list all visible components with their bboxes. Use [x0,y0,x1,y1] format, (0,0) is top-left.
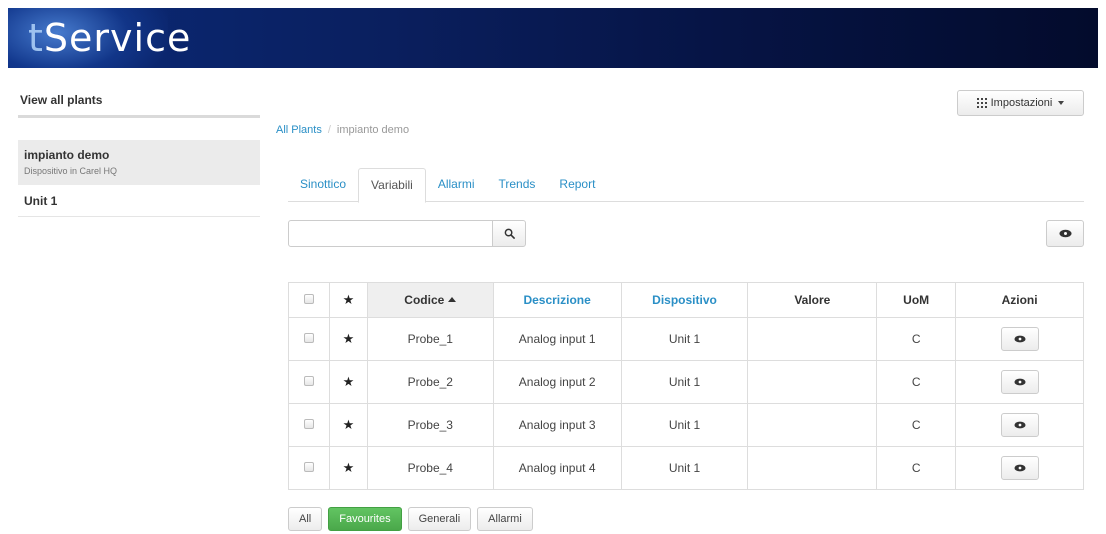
caret-down-icon [1058,101,1065,105]
cell-descrizione: Analog input 1 [492,317,622,361]
view-button[interactable] [1000,370,1039,394]
cell-descrizione: Analog input 4 [492,446,622,490]
column-header-codice[interactable]: Codice [366,282,494,318]
column-header-valore: Valore [747,282,878,318]
column-header-descrizione[interactable]: Descrizione [492,282,622,318]
cell-uom: C [876,317,957,361]
table-row: ★ Probe_4 Analog input 4 Unit 1 C [288,446,1084,490]
cell-codice: Probe_1 [366,317,494,361]
breadcrumb: All Plants / impianto demo [276,124,409,136]
sort-ascending-icon [448,297,457,303]
filter-all-button[interactable]: All [288,507,323,531]
cell-valore [747,446,878,490]
eye-icon [1058,229,1072,238]
view-all-plants-link[interactable]: View all plants [18,90,260,118]
select-all-checkbox[interactable] [303,294,314,304]
cell-dispositivo: Unit 1 [620,403,749,447]
cell-valore [747,360,878,404]
favourite-column: ★ [328,282,368,318]
tab-allarmi[interactable]: Allarmi [426,168,487,202]
column-header-azioni: Azioni [955,282,1084,318]
row-checkbox[interactable] [303,419,314,429]
eye-icon [1013,335,1026,343]
cell-uom: C [876,360,957,404]
select-all-column[interactable] [288,282,330,318]
cell-descrizione: Analog input 3 [492,403,622,447]
tab-sinottico[interactable]: Sinottico [288,168,358,202]
tab-trends[interactable]: Trends [487,168,548,202]
filter-favourites-button[interactable]: Favourites [328,507,402,531]
cell-dispositivo: Unit 1 [620,360,749,404]
cell-dispositivo: Unit 1 [620,317,749,361]
settings-dropdown-button[interactable]: Impostazioni [957,90,1084,116]
search-icon [504,228,515,239]
filter-button-group: All Favourites Generali Allarmi [288,507,533,531]
header-banner: tService [8,8,1098,68]
visibility-toggle-button[interactable] [1046,220,1084,247]
plant-subtitle: Dispositivo in Carel HQ [24,166,118,176]
cell-dispositivo: Unit 1 [620,446,749,490]
tab-report[interactable]: Report [547,168,607,202]
eye-icon [1013,378,1026,386]
column-header-dispositivo[interactable]: Dispositivo [620,282,749,318]
row-checkbox[interactable] [303,462,314,472]
cell-codice: Probe_2 [366,360,494,404]
view-button[interactable] [1000,327,1039,351]
favourite-star-icon[interactable]: ★ [343,460,355,475]
table-row: ★ Probe_3 Analog input 3 Unit 1 C [288,403,1084,447]
search-input[interactable] [288,220,493,247]
cell-codice: Probe_4 [366,446,494,490]
star-icon: ★ [342,292,355,307]
cell-valore [747,403,878,447]
plant-name: impianto demo [24,148,110,162]
view-button[interactable] [1000,413,1039,437]
view-button[interactable] [1000,456,1039,480]
table-row: ★ Probe_2 Analog input 2 Unit 1 C [288,360,1084,404]
sidebar-item-plant[interactable]: impianto demo Dispositivo in Carel HQ [18,140,260,185]
row-checkbox[interactable] [303,376,314,386]
table-header-row: ★ Codice Descrizione Dispositivo Valore … [288,282,1084,318]
table-row: ★ Probe_1 Analog input 1 Unit 1 C [288,317,1084,361]
breadcrumb-all-plants[interactable]: All Plants [276,124,322,136]
filter-allarmi-button[interactable]: Allarmi [477,507,533,531]
tab-variabili[interactable]: Variabili [358,168,426,203]
cell-uom: C [876,446,957,490]
tab-bar: Sinottico Variabili Allarmi Trends Repor… [288,168,1084,203]
cell-uom: C [876,403,957,447]
cell-codice: Probe_3 [366,403,494,447]
settings-label: Impostazioni [990,97,1053,109]
search-button[interactable] [492,220,526,247]
eye-icon [1013,464,1026,472]
cell-valore [747,317,878,361]
sidebar-item-unit[interactable]: Unit 1 [18,185,260,217]
favourite-star-icon[interactable]: ★ [343,417,355,432]
breadcrumb-separator: / [327,124,331,136]
logo-text: Service [43,16,192,60]
cell-descrizione: Analog input 2 [492,360,622,404]
grid-icon [976,98,987,108]
column-header-uom: UoM [876,282,957,318]
favourite-star-icon[interactable]: ★ [343,374,355,389]
filter-generali-button[interactable]: Generali [407,507,472,531]
app-logo[interactable]: tService [28,12,191,64]
column-label: Codice [404,293,445,307]
sidebar: View all plants impianto demo Dispositiv… [18,90,260,217]
logo-prefix: t [28,16,44,60]
variables-table: ★ Codice Descrizione Dispositivo Valore … [288,282,1084,490]
breadcrumb-current: impianto demo [336,124,410,136]
eye-icon [1013,421,1026,429]
favourite-star-icon[interactable]: ★ [343,331,355,346]
row-checkbox[interactable] [303,333,314,343]
